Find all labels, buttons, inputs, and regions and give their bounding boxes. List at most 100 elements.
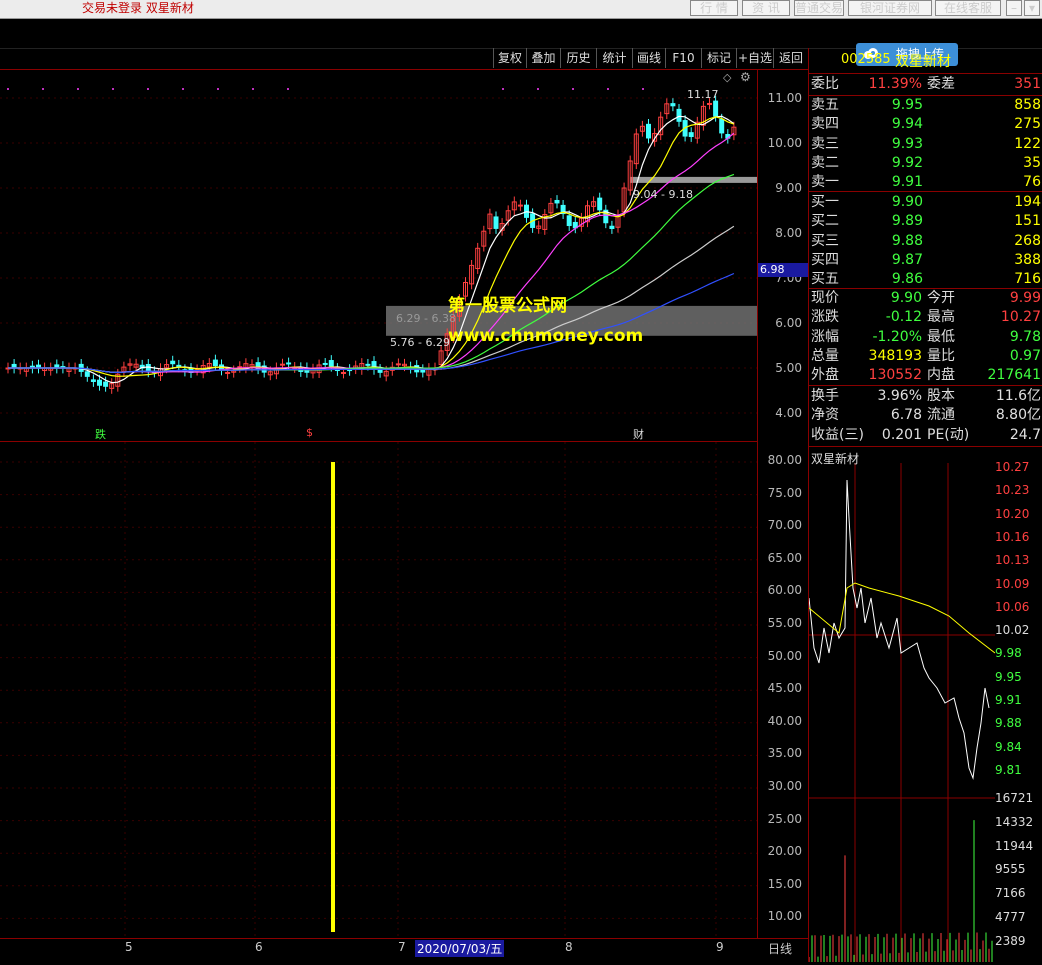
signal-dot — [287, 88, 289, 90]
bid-level: 买二 — [811, 213, 839, 230]
ask-volume: 122 — [1014, 135, 1041, 152]
intraday-volume-tick: 16721 — [995, 791, 1034, 805]
signal-dot — [537, 88, 539, 90]
stat-label: 换手 — [811, 388, 839, 404]
x-label: 9 — [716, 940, 724, 954]
bid-row: 买一 9.90 194 — [809, 193, 1042, 212]
bid-row: 买二 9.89 151 — [809, 212, 1042, 231]
ask-volume: 858 — [1014, 97, 1041, 113]
bid-level: 买五 — [811, 271, 839, 288]
menu-history[interactable]: 历史 — [560, 48, 596, 68]
bid-volume: 388 — [1014, 251, 1041, 268]
candle-body — [322, 362, 328, 365]
menu-stats[interactable]: 统计 — [596, 48, 632, 68]
menu-draw[interactable]: 画线 — [632, 48, 665, 68]
candle-body — [517, 204, 523, 207]
intraday-price-tick: 10.06 — [995, 599, 1030, 614]
period-selector[interactable]: 日线 — [768, 940, 792, 957]
price-tick: 4.00 — [775, 406, 802, 420]
stock-header: 002585 双星新材 — [809, 48, 1042, 74]
broker-site-button[interactable]: 银河证券网 — [848, 0, 932, 16]
menu-overlay[interactable]: 叠加 — [526, 48, 560, 68]
news-button[interactable]: 资 讯 — [742, 0, 790, 16]
bid-row: 买三 9.88 268 — [809, 232, 1042, 251]
stat-row: 涨跌 -0.12 最高 10.27 — [809, 308, 1042, 327]
candle-body — [103, 381, 109, 387]
stat-row: 涨幅 -1.20% 最低 9.78 — [809, 328, 1042, 347]
intraday-price-tick: 10.20 — [995, 506, 1030, 521]
signal-dot — [642, 88, 644, 90]
bid-volume: 151 — [1014, 213, 1041, 230]
indicator-tick: 70.00 — [767, 518, 802, 533]
marker-finance: 财 — [633, 428, 644, 441]
ask-price: 9.94 — [891, 116, 923, 133]
ask-row: 卖二 9.92 35 — [809, 154, 1042, 173]
menu-f10[interactable]: F10 — [665, 48, 701, 68]
candle-body — [719, 118, 725, 134]
minimize-icon[interactable]: – — [1006, 0, 1022, 16]
intraday-chart[interactable]: 双星新材 10.27 10.23 10.20 10.16 10.13 10.09 10.06… — [808, 448, 1042, 962]
intraday-price-tick: 9.88 — [995, 716, 1022, 731]
marker-dollar: $ — [306, 426, 313, 439]
zone-label-high: 9.04 - 9.18 — [633, 188, 693, 201]
price-tick: 6.00 — [775, 316, 802, 330]
candle-body — [84, 371, 90, 377]
stat-label: 收益(三) — [811, 426, 864, 443]
menu-restore-rights[interactable]: 复权 — [493, 48, 526, 68]
ask-level: 卖四 — [811, 116, 839, 133]
ask-price: 9.91 — [891, 174, 923, 191]
ask-volume: 76 — [1023, 174, 1041, 191]
candle-body — [609, 225, 615, 229]
price-axis: 11.00 10.00 9.00 8.00 7.00 6.00 5.00 4.0… — [757, 69, 808, 441]
kline-svg — [0, 88, 758, 414]
menu-add-watch[interactable]: +自选 — [736, 48, 773, 68]
ask-price: 9.92 — [891, 154, 923, 171]
intraday-volume-tick: 7166 — [995, 886, 1026, 901]
indicator-tick: 35.00 — [767, 746, 802, 761]
x-label: 6 — [255, 940, 263, 954]
price-tick: 5.00 — [775, 361, 802, 375]
bid-row: 买五 9.86 716 — [809, 270, 1042, 289]
ask-volume: 35 — [1023, 154, 1041, 171]
fund-row: 换手 3.96% 股本 11.6亿 — [809, 387, 1042, 406]
indicator-tick: 60.00 — [767, 583, 802, 598]
kline-chart[interactable]: 9.04 - 9.18 6.29 - 6.38 5.76 - 6.29 11.1… — [0, 69, 758, 441]
menu-icon[interactable]: ▾ — [1024, 0, 1040, 16]
indicator-tick: 10.00 — [767, 909, 802, 924]
average-line — [808, 582, 996, 654]
trade-button[interactable]: 普通交易 — [794, 0, 844, 16]
bid-price: 9.90 — [891, 194, 923, 210]
x-label: 8 — [565, 940, 573, 954]
intraday-price-tick: 10.13 — [995, 553, 1030, 568]
stock-code: 002585 — [841, 52, 891, 67]
ratio-value: 11.39% — [868, 76, 922, 92]
high-price-label: 11.17 — [687, 88, 719, 101]
ask-level: 卖一 — [811, 174, 839, 191]
support-button[interactable]: 在线客服 — [935, 0, 1001, 16]
diamond-icon[interactable]: ◇ — [723, 71, 731, 84]
fund-row: 收益(三) 0.201 PE(动) 24.7 — [809, 426, 1042, 445]
watermark-url: www.chnmoney.com — [448, 326, 644, 346]
menu-mark[interactable]: 标记 — [701, 48, 736, 68]
stat-label: 净资 — [811, 407, 839, 424]
indicator-tick: 80.00 — [767, 453, 802, 467]
indicator-chart[interactable] — [0, 441, 758, 939]
indicator-axis: 80.00 75.00 70.00 65.00 60.00 55.00 50.00 45.00… — [757, 441, 808, 938]
signal-dot — [502, 88, 504, 90]
price-tick: 10.00 — [767, 136, 802, 150]
stat-label: 总量 — [811, 347, 839, 364]
stat-value: 0.97 — [1009, 347, 1041, 364]
stock-name: 双星新材 — [895, 54, 951, 70]
ask-level: 卖三 — [811, 135, 839, 152]
menu-back[interactable]: 返回 — [773, 48, 808, 68]
market-button[interactable]: 行 情 — [690, 0, 738, 16]
signal-dot — [42, 88, 44, 90]
stat-label: 涨跌 — [811, 309, 839, 326]
signal-dot — [112, 88, 114, 90]
stat-value: 11.6亿 — [995, 388, 1041, 404]
window-title: 交易未登录 双星新材 — [82, 1, 194, 15]
intraday-price-tick: 9.98 — [995, 646, 1022, 661]
bid-row: 买四 9.87 388 — [809, 251, 1042, 270]
settings-icon[interactable]: ⚙ — [740, 70, 751, 84]
candle-body — [554, 199, 560, 204]
